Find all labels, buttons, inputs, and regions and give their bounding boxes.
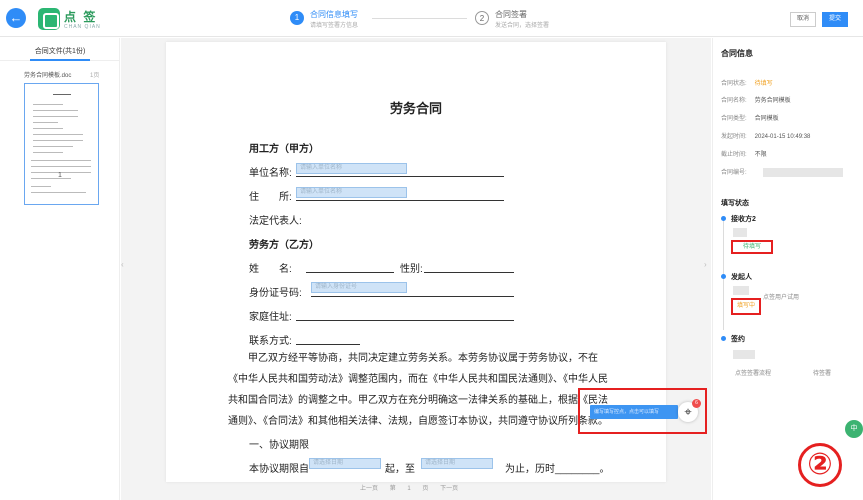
submit-button[interactable]: 提交 — [822, 12, 848, 27]
cancel-button[interactable]: 取消 — [790, 12, 816, 27]
underline — [311, 296, 514, 297]
step-connector — [372, 18, 467, 19]
step-1-desc: 请填写签署方信息 — [310, 23, 359, 29]
info-row-deadline: 截止时间: 不限 — [721, 149, 767, 158]
address-field[interactable]: 请输入单位名称 — [296, 187, 407, 198]
step-2-number: 2 — [475, 11, 489, 25]
unit-name-label: 单位名称: — [249, 168, 292, 179]
term-suffix: 为止，历时________。 — [505, 464, 610, 475]
contract-paragraph: 甲乙双方经平等协商，共同决定建立劳务关系。本劳务协议属于劳务协议，不在《中华人民… — [228, 353, 608, 427]
info-label: 合同状态: — [721, 81, 747, 87]
redacted-avatar — [733, 286, 749, 295]
contract-info-title: 合同信息 — [721, 49, 753, 58]
redacted-value — [763, 168, 843, 177]
unit-name-field[interactable]: 请输入单位名称 — [296, 163, 407, 174]
step-2-desc: 发送合同，选择签署 — [495, 23, 550, 29]
status-tag-filling: 填写中 — [731, 298, 761, 315]
redacted-avatar — [733, 228, 747, 237]
page-thumbnail[interactable] — [24, 83, 99, 205]
underline — [296, 320, 514, 321]
contract-info-panel: 合同信息 合同状态: 待填写 合同名称: 劳务合同模板 合同类型: 合同模板 发起时间… — [712, 38, 863, 500]
page-number[interactable]: 1 — [407, 486, 410, 492]
timeline-dot — [721, 274, 726, 279]
info-label: 合同编号: — [721, 170, 747, 176]
tab-active-indicator — [30, 59, 90, 61]
party-b-heading: 劳务方（乙方） — [249, 240, 319, 251]
logo-subtext: CHAN QIAN — [64, 24, 101, 30]
fill-hint-message[interactable]: 编写填写控点，点击可以填写 — [590, 405, 678, 419]
info-row-start-time: 发起时间: 2024-01-15 10:49:38 — [721, 131, 810, 140]
float-helper-button[interactable]: 中 — [845, 420, 863, 438]
address-label: 住 所: — [249, 192, 292, 203]
home-address-label: 家庭住址: — [249, 312, 292, 323]
id-number-label: 身份证号码: — [249, 288, 302, 299]
tab-contract-files[interactable]: 合同文件(共1份) — [0, 43, 120, 61]
info-label: 合同类型: — [721, 116, 747, 122]
page-label: 第 — [389, 486, 396, 492]
collapse-left-icon[interactable]: ‹ — [121, 260, 127, 276]
underline — [424, 272, 514, 273]
info-value: 不限 — [754, 152, 767, 158]
redacted-avatar — [733, 350, 755, 359]
sign-status-note: 待签署 — [813, 371, 832, 377]
info-row-name: 合同名称: 劳务合同模板 — [721, 95, 791, 104]
file-page-count: 1页 — [90, 73, 100, 79]
id-number-field[interactable]: 请输入身份证号 — [311, 282, 407, 293]
pager: 上一页 第 1 页 下一页 — [360, 483, 468, 495]
info-row-type: 合同类型: 合同模板 — [721, 113, 779, 122]
timeline-dot — [721, 336, 726, 341]
gender-label: 性别: — [400, 264, 423, 275]
next-page-button[interactable]: 下一页 — [440, 483, 458, 492]
end-date-field[interactable]: 请选择日期 — [421, 458, 493, 469]
underline — [296, 200, 504, 201]
prev-page-button[interactable]: 上一页 — [360, 483, 378, 492]
info-label: 合同名称: — [721, 98, 747, 104]
file-name[interactable]: 劳务合同模板.doc — [24, 70, 71, 79]
name-label: 姓 名: — [249, 264, 292, 275]
logo-text: 点 签 — [64, 10, 98, 24]
page-total-label: 页 — [422, 486, 429, 492]
collapse-right-icon[interactable]: › — [704, 260, 710, 276]
start-date-field[interactable]: 请选择日期 — [309, 458, 381, 469]
step-2-title: 合同签署 — [495, 10, 527, 19]
underline — [296, 344, 360, 345]
app-logo — [38, 8, 60, 30]
party-initiator-name: 发起人 — [731, 274, 752, 281]
document-title: 劳务合同 — [389, 101, 442, 116]
back-button[interactable]: ← — [6, 8, 26, 28]
initiator-note: 点签用户试用 — [763, 295, 800, 301]
party-receiver-name: 接收方2 — [731, 216, 756, 223]
party-a-heading: 用工方（甲方） — [249, 144, 319, 155]
contact-label: 联系方式: — [249, 336, 292, 347]
sign-flow-note: 点签签署流程 — [735, 371, 772, 377]
file-list-panel: 合同文件(共1份) 劳务合同模板.doc 1页 1 — [0, 38, 120, 500]
step-1-number: 1 — [290, 11, 304, 25]
info-row-status: 合同状态: 待填写 — [721, 78, 773, 87]
thumbnail-page-number: 1 — [58, 172, 62, 179]
step-1-title: 合同信息填写 — [310, 10, 358, 19]
hint-count-badge: 6 — [692, 399, 701, 408]
underline — [296, 176, 504, 177]
fill-status-title: 填写状态 — [721, 200, 749, 207]
legal-rep-label: 法定代表人: — [249, 216, 302, 227]
info-value: 合同模板 — [754, 116, 779, 122]
timeline-dot — [721, 216, 726, 221]
info-value: 2024-01-15 10:49:38 — [754, 134, 811, 140]
info-label: 截止时间: — [721, 152, 747, 158]
status-tag-pending: 待填写 — [731, 240, 773, 254]
info-label: 发起时间: — [721, 134, 747, 140]
tab-contract-files-label: 合同文件(共1份) — [34, 48, 86, 55]
underline — [306, 272, 394, 273]
term-prefix: 本协议期限自 — [249, 464, 309, 475]
info-value: 劳务合同模板 — [754, 98, 791, 104]
info-value: 待填写 — [754, 81, 773, 87]
top-bar: ← 点 签 CHAN QIAN 1 合同信息填写 请填写签署方信息 2 合同签署… — [0, 0, 863, 37]
section-term-heading: 一、协议期限 — [249, 440, 309, 451]
step-marker: ② — [798, 443, 842, 487]
info-row-contract-no: 合同编号: — [721, 167, 755, 176]
party-sign-name: 签约 — [731, 336, 745, 343]
term-mid: 起，至 — [385, 464, 415, 475]
